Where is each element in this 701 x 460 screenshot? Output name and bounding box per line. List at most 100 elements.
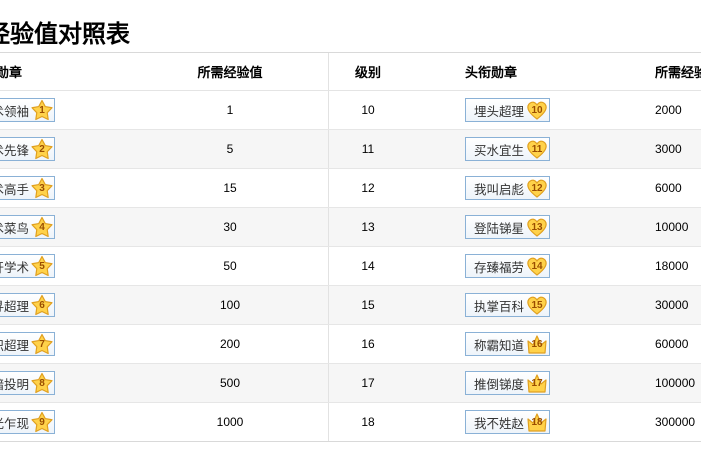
title-badge[interactable]: 学术领袖 1 <box>0 98 56 122</box>
badge-label: 学术先锋 <box>0 143 30 158</box>
star-icon: 9 <box>31 411 53 433</box>
header-exp-2: 所需经验值 <box>655 65 701 80</box>
badge-label: 登陆锑星 <box>474 221 525 236</box>
title-badge[interactable]: 学术高手 3 <box>0 176 56 200</box>
badge-level-number: 18 <box>531 417 543 428</box>
page-title: 经验值对照表 <box>0 21 130 48</box>
star-icon: 6 <box>31 294 53 316</box>
badge-level-number: 10 <box>531 105 543 116</box>
badge-cell: 学术领袖 1 <box>0 91 56 129</box>
badge-label: 追寻超理 <box>0 299 30 314</box>
crown-icon: 18 <box>526 411 548 433</box>
header-badge: 头衔勋章 <box>0 65 23 80</box>
badge-label: 弃暗投明 <box>0 377 30 392</box>
table-row: 学术先锋 2 5 11 买水宜生 11 3000 <box>0 130 701 169</box>
badge-label: 学术高手 <box>0 182 30 197</box>
badge-label: 我叫启彪 <box>474 182 525 197</box>
table-row: 学术领袖 1 1 10 埋头超理 10 2000 <box>0 91 701 130</box>
badge-cell: 初识超理 7 <box>0 325 56 363</box>
badge-level-number: 13 <box>531 222 543 233</box>
table-row: 学术菜鸟 4 30 13 登陆锑星 13 10000 <box>0 208 701 247</box>
badge-label: 存臻福劳 <box>474 260 525 275</box>
exp-value: 1000 <box>216 415 244 429</box>
badge-cell-2: 存臻福劳 14 <box>465 247 551 285</box>
star-icon: 4 <box>31 216 53 238</box>
badge-label: 执掌百科 <box>474 299 525 314</box>
heart-icon: 14 <box>526 255 548 277</box>
badge-label: 我不姓赵 <box>474 416 525 431</box>
badge-label: 离开学术 <box>0 260 30 275</box>
star-icon: 1 <box>31 99 53 121</box>
exp-value: 500 <box>219 376 241 390</box>
badge-cell: 学术高手 3 <box>0 169 56 207</box>
title-badge[interactable]: 弃暗投明 8 <box>0 371 56 395</box>
table-row: 曙光乍现 9 1000 18 我不姓赵 18 300000 <box>0 403 701 442</box>
exp-value: 5 <box>226 142 234 156</box>
heart-icon: 11 <box>526 138 548 160</box>
badge-level-number: 14 <box>531 261 543 272</box>
table-row: 学术高手 3 15 12 我叫启彪 12 6000 <box>0 169 701 208</box>
badge-label: 曙光乍现 <box>0 416 30 431</box>
level-value: 14 <box>361 259 375 273</box>
title-badge[interactable]: 曙光乍现 9 <box>0 410 56 434</box>
title-badge[interactable]: 我叫启彪 12 <box>465 176 551 200</box>
level-value: 16 <box>361 337 375 351</box>
level-value: 10 <box>361 103 375 117</box>
exp-value: 30 <box>223 220 237 234</box>
title-badge[interactable]: 初识超理 7 <box>0 332 56 356</box>
badge-level-number: 11 <box>531 144 543 155</box>
experience-table: 头衔勋章 所需经验值 级别 头衔勋章 所需经验值 学术领袖11 10 埋头超理 10 2… <box>0 52 701 442</box>
exp-value-2: 6000 <box>655 181 682 195</box>
badge-label: 初识超理 <box>0 338 30 353</box>
title-badge[interactable]: 学术菜鸟 4 <box>0 215 56 239</box>
badge-cell-2: 执掌百科 15 <box>465 286 551 324</box>
crown-icon: 16 <box>526 333 548 355</box>
badge-cell-2: 我不姓赵 18 <box>465 403 551 441</box>
title-badge[interactable]: 存臻福劳 14 <box>465 254 551 278</box>
title-badge[interactable]: 我不姓赵 18 <box>465 410 551 434</box>
level-value: 12 <box>361 181 375 195</box>
badge-level-number: 9 <box>39 417 45 428</box>
badge-cell: 弃暗投明 8 <box>0 364 56 402</box>
exp-value: 100 <box>219 298 241 312</box>
title-badge[interactable]: 离开学术 5 <box>0 254 56 278</box>
title-badge[interactable]: 买水宜生 11 <box>465 137 551 161</box>
badge-cell-2: 埋头超理 10 <box>465 91 551 129</box>
badge-cell: 学术菜鸟 4 <box>0 208 56 246</box>
badge-cell-2: 推倒锑度 17 <box>465 364 551 402</box>
badge-level-number: 5 <box>39 261 45 272</box>
title-badge[interactable]: 追寻超理 6 <box>0 293 56 317</box>
badge-cell: 学术先锋 2 <box>0 130 56 168</box>
level-value: 18 <box>361 415 375 429</box>
table-header-row: 头衔勋章 所需经验值 级别 头衔勋章 所需经验值 <box>0 53 701 91</box>
badge-cell-2: 我叫启彪 12 <box>465 169 551 207</box>
badge-level-number: 2 <box>39 144 45 155</box>
badge-level-number: 17 <box>531 378 543 389</box>
badge-label: 埋头超理 <box>474 104 525 119</box>
exp-value-2: 60000 <box>655 337 689 351</box>
star-icon: 8 <box>31 372 53 394</box>
badge-level-number: 1 <box>39 105 45 116</box>
heart-icon: 10 <box>526 99 548 121</box>
table-row: 追寻超理 6 100 15 执掌百科 15 30000 <box>0 286 701 325</box>
title-badge[interactable]: 执掌百科 15 <box>465 293 551 317</box>
badge-level-number: 6 <box>39 300 45 311</box>
badge-level-number: 3 <box>39 183 45 194</box>
exp-value-2: 2000 <box>655 103 682 117</box>
title-badge[interactable]: 推倒锑度 17 <box>465 371 551 395</box>
title-badge[interactable]: 埋头超理 10 <box>465 98 551 122</box>
star-icon: 7 <box>31 333 53 355</box>
title-badge[interactable]: 登陆锑星 13 <box>465 215 551 239</box>
star-icon: 5 <box>31 255 53 277</box>
badge-level-number: 16 <box>531 339 543 350</box>
badge-cell-2: 称霸知道 16 <box>465 325 551 363</box>
badge-cell: 追寻超理 6 <box>0 286 56 324</box>
level-value: 11 <box>361 142 375 156</box>
badge-cell-2: 登陆锑星 13 <box>465 208 551 246</box>
exp-value-2: 18000 <box>655 259 689 273</box>
level-value: 13 <box>361 220 375 234</box>
badge-level-number: 4 <box>39 222 45 233</box>
title-badge[interactable]: 称霸知道 16 <box>465 332 551 356</box>
badge-label: 学术菜鸟 <box>0 221 30 236</box>
title-badge[interactable]: 学术先锋 2 <box>0 137 56 161</box>
